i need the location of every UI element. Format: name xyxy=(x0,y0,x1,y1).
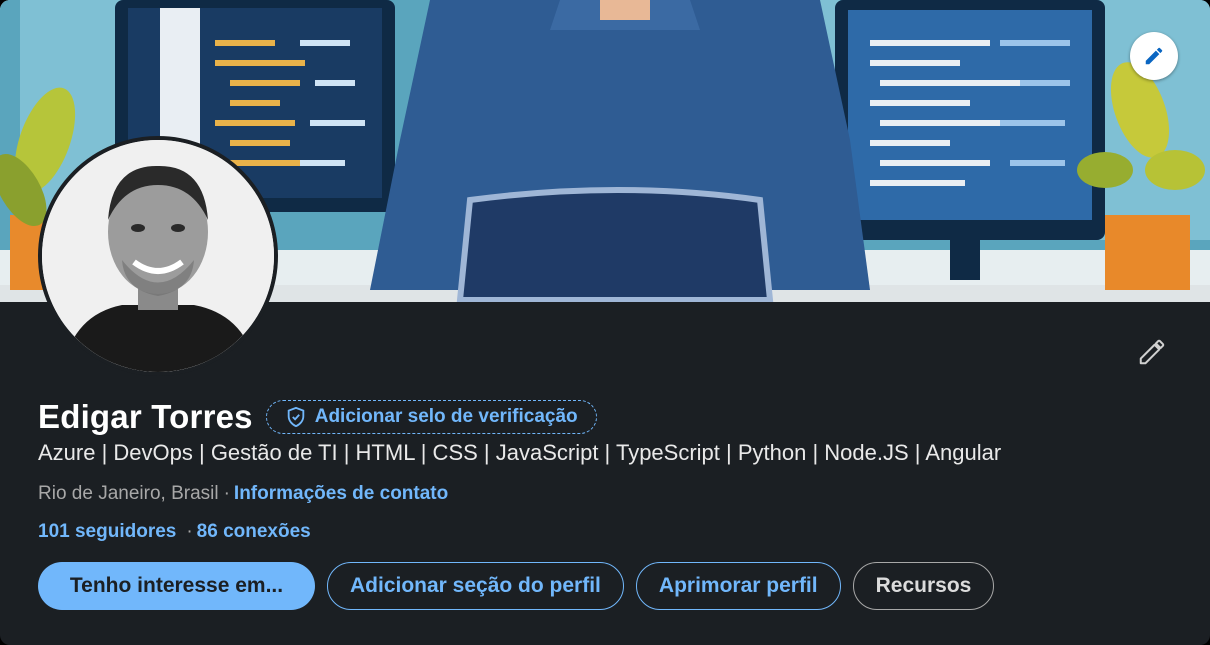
network-stats: 101 seguidores · 86 conexões xyxy=(38,521,311,543)
pencil-icon xyxy=(1139,339,1165,365)
separator-dot: · xyxy=(186,521,193,542)
profile-photo[interactable] xyxy=(38,136,278,376)
contact-info-link[interactable]: Informações de contato xyxy=(234,483,448,504)
edit-banner-button[interactable] xyxy=(1130,32,1178,80)
profile-name: Edigar Torres xyxy=(38,398,253,435)
open-to-button[interactable]: Tenho interesse em... xyxy=(38,562,315,610)
followers-link[interactable]: 101 seguidores xyxy=(38,521,176,542)
name-row: Edigar Torres Adicionar selo de verifica… xyxy=(38,395,597,439)
separator-dot: · xyxy=(223,483,230,504)
profile-location: Rio de Janeiro, Brasil xyxy=(38,483,219,504)
profile-card: Edigar Torres Adicionar selo de verifica… xyxy=(0,0,1210,645)
profile-headline: Azure | DevOps | Gestão de TI | HTML | C… xyxy=(38,440,1002,465)
add-profile-section-button[interactable]: Adicionar seção do perfil xyxy=(327,562,624,610)
profile-actions: Tenho interesse em... Adicionar seção do… xyxy=(38,562,995,610)
enhance-profile-button[interactable]: Aprimorar perfil xyxy=(635,562,841,610)
edit-intro-button[interactable] xyxy=(1130,330,1174,374)
location-row: Rio de Janeiro, Brasil · Informações de co… xyxy=(38,483,448,505)
shield-check-icon xyxy=(287,406,304,428)
add-verification-badge-button[interactable]: Adicionar selo de verificação xyxy=(265,400,597,434)
connections-link[interactable]: 86 conexões xyxy=(197,521,311,542)
pencil-icon xyxy=(1145,47,1163,65)
verification-label: Adicionar selo de verificação xyxy=(314,406,578,427)
profile-photo-image xyxy=(42,140,274,372)
resources-button[interactable]: Recursos xyxy=(852,562,995,610)
